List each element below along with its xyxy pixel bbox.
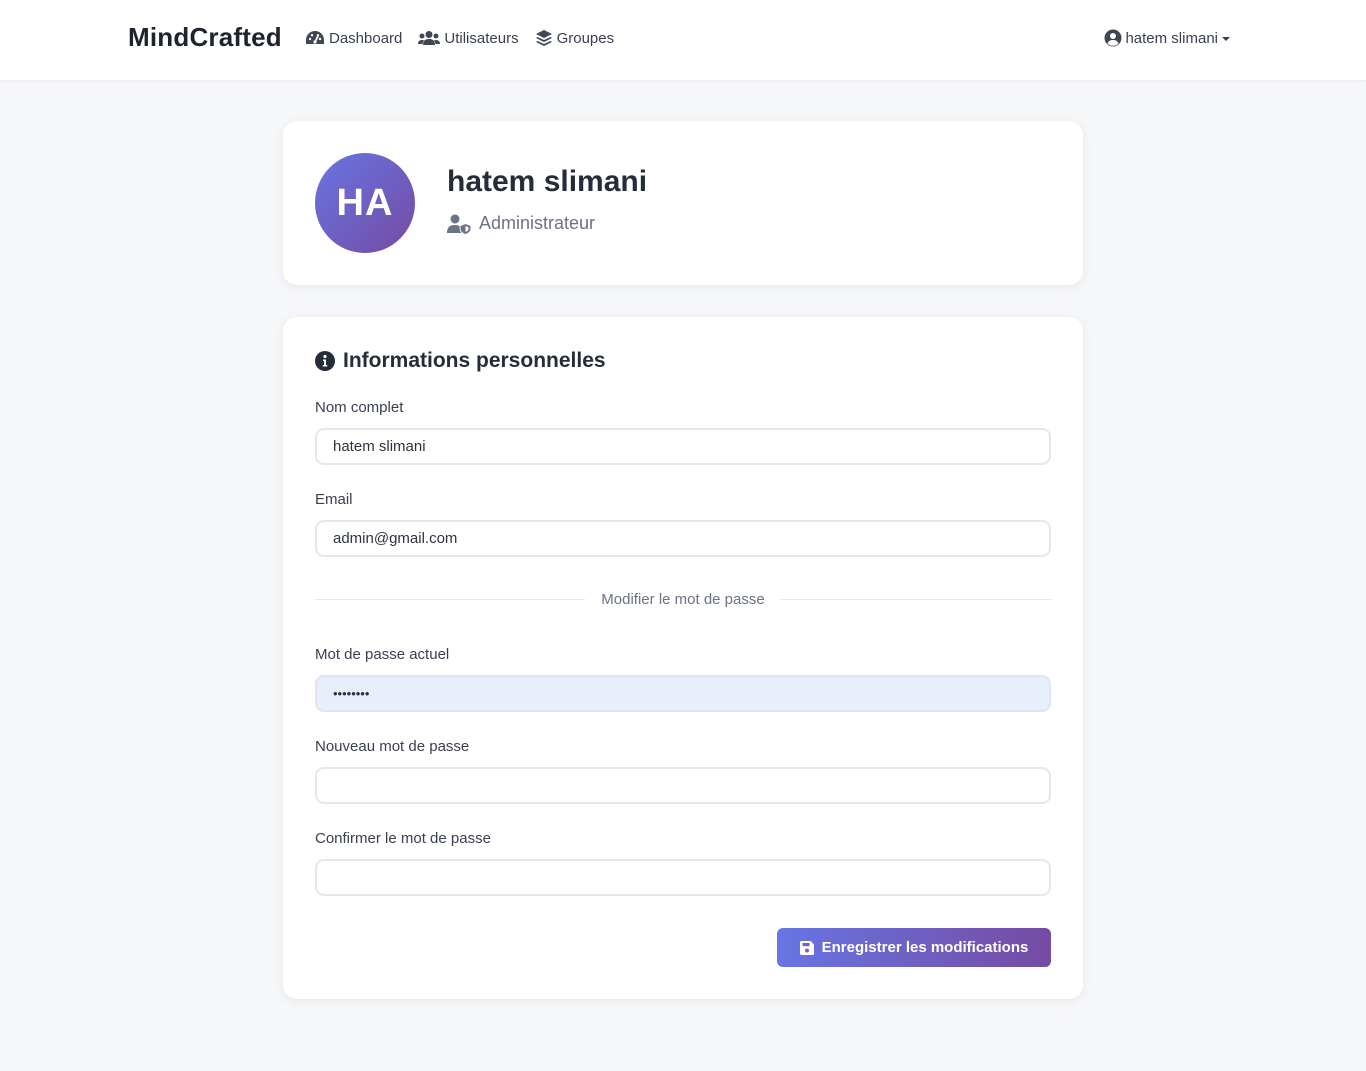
full-name-input[interactable] bbox=[315, 428, 1051, 465]
user-menu-dropdown[interactable]: hatem slimani bbox=[1104, 29, 1230, 47]
confirm-password-label: Confirmer le mot de passe bbox=[315, 830, 491, 847]
divider-line bbox=[315, 599, 586, 600]
personal-info-card: Informations personnelles Nom complet Em… bbox=[283, 317, 1083, 999]
users-icon bbox=[418, 31, 441, 45]
email-label: Email bbox=[315, 491, 353, 508]
nav-link-groups[interactable]: Groupes bbox=[535, 29, 615, 47]
nav-link-users[interactable]: Utilisateurs bbox=[418, 29, 519, 47]
profile-name: hatem slimani bbox=[447, 165, 648, 198]
current-password-label: Mot de passe actuel bbox=[315, 646, 450, 663]
nav-links: Dashboard Utilisateurs Groupes bbox=[305, 29, 630, 47]
nav-link-dashboard[interactable]: Dashboard bbox=[305, 30, 402, 47]
nav-link-label: Groupes bbox=[556, 29, 615, 47]
user-circle-icon bbox=[1104, 29, 1122, 47]
save-changes-button[interactable]: Enregistrer les modifications bbox=[777, 928, 1051, 967]
nav-link-label: Utilisateurs bbox=[444, 29, 519, 47]
brand-logo[interactable]: MindCrafted bbox=[128, 22, 282, 53]
info-circle-icon bbox=[315, 351, 335, 371]
user-shield-icon bbox=[447, 214, 471, 234]
profile-card: HA hatem slimani Administrateur bbox=[283, 121, 1083, 285]
current-password-input[interactable] bbox=[315, 675, 1051, 712]
email-input[interactable] bbox=[315, 520, 1051, 557]
avatar: HA bbox=[315, 153, 415, 253]
new-password-label: Nouveau mot de passe bbox=[315, 738, 470, 755]
gauge-icon bbox=[306, 31, 324, 44]
full-name-label: Nom complet bbox=[315, 399, 404, 416]
top-navbar: MindCrafted Dashboard Utilisateurs Group… bbox=[0, 0, 1366, 81]
section-title-text: Informations personnelles bbox=[343, 349, 606, 372]
caret-down-icon bbox=[1222, 37, 1230, 41]
nav-link-label: Dashboard bbox=[329, 29, 403, 47]
confirm-password-input[interactable] bbox=[315, 859, 1051, 896]
save-icon bbox=[799, 940, 814, 955]
password-divider: Modifier le mot de passe bbox=[315, 591, 1052, 608]
divider-line bbox=[780, 599, 1052, 600]
profile-role: Administrateur bbox=[447, 213, 595, 234]
user-menu-name: hatem slimani bbox=[1125, 29, 1218, 47]
layers-icon bbox=[535, 30, 552, 46]
profile-role-label: Administrateur bbox=[479, 213, 596, 233]
password-section-label: Modifier le mot de passe bbox=[601, 591, 765, 608]
new-password-input[interactable] bbox=[315, 767, 1051, 804]
section-title: Informations personnelles bbox=[315, 349, 606, 373]
save-button-label: Enregistrer les modifications bbox=[821, 939, 1029, 956]
